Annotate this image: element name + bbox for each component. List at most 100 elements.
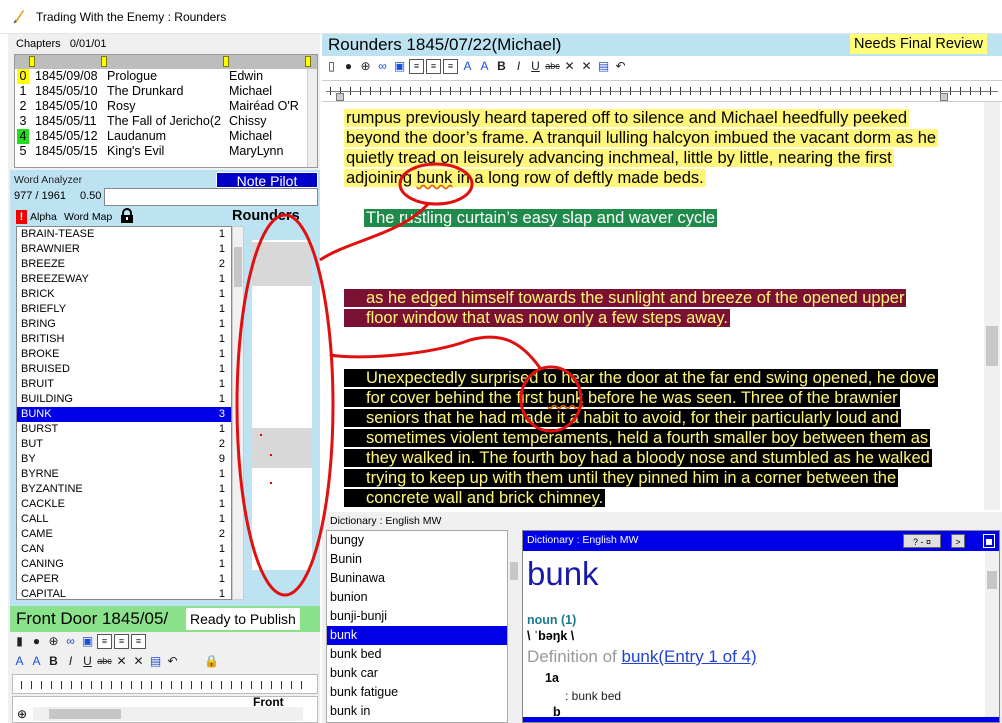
strikethrough-icon[interactable]: abc xyxy=(545,59,560,74)
undo-icon[interactable]: ↶ xyxy=(165,654,180,669)
editor-text-area[interactable]: rumpus previously heard tapered off to s… xyxy=(322,102,984,510)
scroll-thumb[interactable] xyxy=(510,562,518,580)
dictionary-item[interactable]: bunk car xyxy=(327,664,507,683)
chapter-row[interactable]: 4 1845/05/12 Laudanum Michael xyxy=(15,129,307,144)
target-icon[interactable]: ⊕ xyxy=(358,59,373,74)
align-left-icon[interactable]: ≡ xyxy=(97,634,112,650)
word-row[interactable]: CAME 2 xyxy=(17,527,231,542)
chapters-scrollbar[interactable] xyxy=(307,69,317,167)
word-row[interactable]: BROKE 1 xyxy=(17,347,231,362)
bold-icon[interactable]: B xyxy=(494,59,509,74)
italic-icon[interactable]: I xyxy=(63,654,78,669)
horizontal-scrollbar[interactable] xyxy=(33,707,303,721)
word-row[interactable]: CAN 1 xyxy=(17,542,231,557)
align-right-icon[interactable]: ≡ xyxy=(131,634,146,650)
help-button[interactable]: ? - ¤ xyxy=(903,534,941,548)
dictionary-item[interactable]: bunion xyxy=(327,588,507,607)
superscript-icon[interactable]: ✕ xyxy=(131,654,146,669)
align-right-icon[interactable]: ≡ xyxy=(443,59,458,75)
entry-link[interactable]: (Entry 1 of 4) xyxy=(658,647,756,666)
save-icon[interactable]: ▣ xyxy=(392,59,407,74)
tab-alpha[interactable]: Alpha xyxy=(30,211,57,223)
image-icon[interactable]: ▤ xyxy=(148,654,163,669)
save-icon[interactable]: ▣ xyxy=(80,634,95,649)
subscript-icon[interactable]: ✕ xyxy=(114,654,129,669)
dictionary-item[interactable]: bunk xyxy=(327,626,507,645)
column-marker[interactable] xyxy=(223,56,229,67)
word-filter-input[interactable] xyxy=(104,188,318,206)
image-icon[interactable]: ▤ xyxy=(596,59,611,74)
paragraph[interactable]: as he edged himself towards the sunlight… xyxy=(344,288,924,328)
word-row[interactable]: BRIEFLY 1 xyxy=(17,302,231,317)
person-icon[interactable]: ● xyxy=(341,59,356,74)
word-row[interactable]: BRUIT 1 xyxy=(17,377,231,392)
subscript-icon[interactable]: ✕ xyxy=(562,59,577,74)
undo-icon[interactable]: ↶ xyxy=(613,59,628,74)
indent-marker[interactable] xyxy=(336,93,344,101)
column-marker[interactable] xyxy=(305,56,311,67)
front-door-text-area[interactable]: Front ⊕ xyxy=(12,695,318,723)
word-row[interactable]: BRAWNIER 1 xyxy=(17,242,231,257)
underline-icon[interactable]: U xyxy=(80,654,95,669)
font-grow-icon[interactable]: A xyxy=(12,654,27,669)
word-row[interactable]: BRING 1 xyxy=(17,317,231,332)
scroll-thumb[interactable] xyxy=(987,571,997,589)
dictionary-item[interactable]: Buninawa xyxy=(327,569,507,588)
editor-scrollbar[interactable] xyxy=(984,102,1000,510)
word-row[interactable]: BUILDING 1 xyxy=(17,392,231,407)
chapter-row[interactable]: 0 1845/09/08 Prologue Edwin xyxy=(15,69,307,84)
scroll-thumb[interactable] xyxy=(986,326,998,366)
chapters-list[interactable]: 0 1845/09/08 Prologue Edwin 1 1845/05/10 The D… xyxy=(14,54,318,168)
superscript-icon[interactable]: ✕ xyxy=(579,59,594,74)
dictionary-item[interactable]: bunji-bunji xyxy=(327,607,507,626)
word-row[interactable]: BYZANTINE 1 xyxy=(17,482,231,497)
link-icon[interactable]: ∞ xyxy=(375,59,390,74)
paragraph[interactable]: Unexpectedly surprised to hear the door … xyxy=(344,368,952,508)
dictionary-item[interactable]: bungy xyxy=(327,531,507,550)
word-row[interactable]: BRAIN-TEASE 1 xyxy=(17,227,231,242)
word-list[interactable]: BRAIN-TEASE 1 BRAWNIER 1 BREEZE 2 BREEZEWAY 1 BR… xyxy=(16,226,232,600)
word-row[interactable]: CACKLE 1 xyxy=(17,497,231,512)
move-icon[interactable]: ⊕ xyxy=(17,707,27,721)
chapter-row[interactable]: 1 1845/05/10 The Drunkard Michael xyxy=(15,84,307,99)
word-list-scrollbar[interactable] xyxy=(232,226,244,600)
front-door-ruler[interactable] xyxy=(12,674,318,694)
font-shrink-icon[interactable]: A xyxy=(477,59,492,74)
word-row[interactable]: BREEZE 2 xyxy=(17,257,231,272)
strikethrough-icon[interactable]: abc xyxy=(97,654,112,669)
chapter-row[interactable]: 5 1845/05/15 King's Evil MaryLynn xyxy=(15,144,307,159)
dictionary-item[interactable]: bunk in xyxy=(327,702,507,721)
person-icon[interactable]: ● xyxy=(29,634,44,649)
word-row[interactable]: CANING 1 xyxy=(17,557,231,572)
chapter-row[interactable]: 3 1845/05/11 The Fall of Jericho(2 Chissy xyxy=(15,114,307,129)
bold-icon[interactable]: B xyxy=(46,654,61,669)
status-badge[interactable]: Ready to Publish xyxy=(186,608,300,630)
link-icon[interactable]: ∞ xyxy=(63,634,78,649)
note-pilot-button[interactable]: Note Pilot xyxy=(216,172,318,189)
word-row[interactable]: BRUISED 1 xyxy=(17,362,231,377)
right-margin-marker[interactable] xyxy=(940,93,948,101)
dictionary-item[interactable]: Bunin xyxy=(327,550,507,569)
dictionary-item[interactable]: bunk fatigue xyxy=(327,683,507,702)
maximize-icon[interactable] xyxy=(983,534,995,548)
word-row[interactable]: BUT 2 xyxy=(17,437,231,452)
tab-word-map[interactable]: Word Map xyxy=(64,211,112,223)
lock-icon[interactable]: 🔒 xyxy=(204,654,219,669)
paragraph[interactable]: The rustling curtain’s easy slap and wav… xyxy=(364,208,784,228)
status-badge[interactable]: Needs Final Review xyxy=(850,34,987,54)
italic-icon[interactable]: I xyxy=(511,59,526,74)
dictionary-panel-scrollbar[interactable] xyxy=(985,551,999,721)
underline-icon[interactable]: U xyxy=(528,59,543,74)
column-marker[interactable] xyxy=(29,56,35,67)
alert-icon[interactable]: ! xyxy=(16,210,27,224)
paragraph[interactable]: rumpus previously heard tapered off to s… xyxy=(344,108,944,188)
dictionary-item[interactable]: bunk bed xyxy=(327,645,507,664)
dictionary-word-list[interactable]: bungy Bunin Buninawa bunion bunji-bunji bunk b… xyxy=(326,530,508,723)
lock-icon[interactable] xyxy=(120,208,134,224)
note-icon[interactable]: ▮ xyxy=(12,634,27,649)
next-button[interactable]: > xyxy=(951,534,965,548)
word-row[interactable]: BREEZEWAY 1 xyxy=(17,272,231,287)
word-row[interactable]: BURST 1 xyxy=(17,422,231,437)
comment-icon[interactable]: ▯ xyxy=(324,59,339,74)
align-center-icon[interactable]: ≡ xyxy=(114,634,129,650)
